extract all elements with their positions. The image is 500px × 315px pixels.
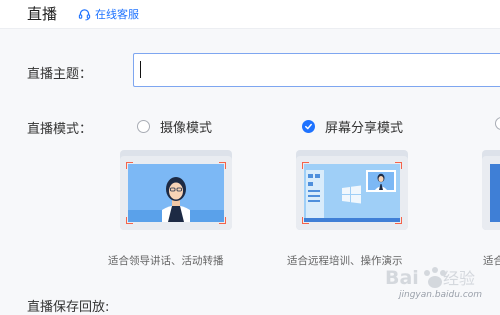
presenter-illustration (128, 177, 224, 222)
frame-corner (395, 162, 402, 169)
frame-corner (219, 162, 226, 169)
watermark-url: jingyan.baidu.com (399, 290, 483, 300)
third-preview-screen (490, 164, 500, 222)
radio-checked-icon (302, 120, 315, 133)
radio-circle-icon (137, 120, 150, 133)
svg-text:Bai: Bai (385, 267, 419, 289)
text-caret (140, 61, 141, 78)
third-mode-description: 适合 (483, 255, 500, 267)
frame-corner (126, 162, 133, 169)
frame-corner (395, 217, 402, 224)
online-support-link[interactable]: 在线客服 (78, 6, 139, 22)
camera-preview-screen (128, 164, 224, 222)
camera-mode-preview[interactable] (120, 150, 232, 230)
device-frame (482, 156, 500, 230)
camera-mode-radio[interactable]: 摄像模式 (137, 117, 212, 136)
camera-mode-description: 适合领导讲话、活动转播 (108, 255, 224, 267)
laptop-frame (296, 156, 408, 230)
third-mode-preview[interactable] (482, 150, 500, 230)
frame-corner (126, 217, 133, 224)
frame-corner (219, 217, 226, 224)
desktop-illustration (304, 164, 400, 222)
screen-share-mode-radio[interactable]: 屏幕分享模式 (302, 117, 403, 136)
camera-mode-label: 摄像模式 (160, 121, 213, 136)
screen-share-mode-preview[interactable] (296, 150, 408, 230)
top-bar: 直播 在线客服 (0, 0, 500, 29)
headset-icon (78, 8, 91, 20)
screen-share-mode-label: 屏幕分享模式 (325, 121, 404, 136)
topic-input[interactable] (133, 53, 500, 87)
mode-label: 直播模式： (27, 122, 93, 137)
save-replay-label: 直播保存回放: (27, 300, 110, 315)
page-title: 直播 (27, 5, 58, 23)
topic-label: 直播主题： (27, 67, 93, 82)
svg-text:经验: 经验 (443, 269, 475, 288)
frame-corner (302, 217, 309, 224)
screen-share-preview-screen (304, 164, 400, 222)
frame-corner (302, 162, 309, 169)
online-support-label: 在线客服 (95, 8, 139, 21)
third-mode-radio[interactable] (495, 117, 500, 130)
radio-circle-icon (495, 117, 500, 130)
laptop-frame (120, 156, 232, 230)
